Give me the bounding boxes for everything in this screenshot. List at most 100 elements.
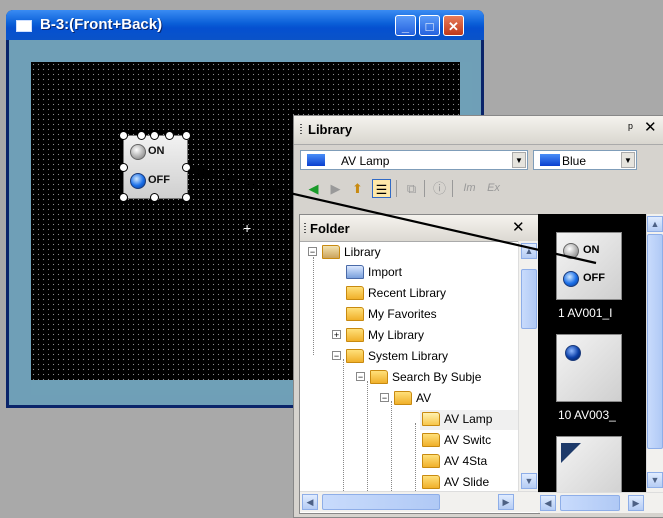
grip-icon[interactable] — [300, 124, 302, 136]
maximize-button[interactable]: □ — [419, 15, 440, 36]
folder-horizontal-scrollbar[interactable]: ◀ ▶ — [300, 491, 538, 512]
library-header[interactable]: Library ᵖ ✕ — [294, 116, 663, 145]
scroll-left-icon[interactable]: ◀ — [540, 495, 556, 511]
tree-item-my-favorites[interactable]: My Favorites — [300, 305, 500, 325]
resize-handle[interactable] — [150, 131, 159, 140]
folder-vertical-scrollbar[interactable]: ▲ ▼ — [518, 241, 539, 491]
chevron-down-icon[interactable]: ▼ — [621, 152, 635, 168]
back-icon[interactable]: ◀ — [304, 179, 323, 198]
resize-handle[interactable] — [119, 131, 128, 140]
rotate-handle[interactable] — [165, 131, 174, 140]
tree-item-label: Search By Subje — [392, 370, 482, 384]
scroll-up-icon[interactable]: ▲ — [521, 243, 537, 259]
resize-handle[interactable] — [182, 193, 191, 202]
tree-item-av-4state[interactable]: AV 4Sta — [420, 452, 518, 472]
toolbar-separator — [396, 180, 397, 197]
lamp-on-icon — [130, 173, 146, 189]
folder-title: Folder — [310, 221, 350, 236]
color-select[interactable]: Blue ▼ — [533, 150, 637, 170]
window-titlebar[interactable]: B-3:(Front+Back) _ □ ✕ — [6, 10, 484, 40]
resize-handle[interactable] — [119, 163, 128, 172]
resize-handle[interactable] — [119, 193, 128, 202]
expand-icon[interactable]: + — [332, 330, 341, 340]
scroll-up-icon[interactable]: ▲ — [647, 216, 663, 232]
tree-item-import[interactable]: Import — [300, 263, 500, 283]
collapse-icon[interactable]: − — [308, 247, 317, 257]
scroll-thumb[interactable] — [560, 495, 620, 511]
selected-lamp-widget[interactable]: ON OFF — [123, 135, 188, 199]
folder-icon — [422, 475, 440, 489]
tree-item-system-library[interactable]: − System Library — [300, 347, 500, 367]
folder-tree-icon[interactable]: ☰ — [372, 179, 391, 198]
chevron-down-icon[interactable]: ▼ — [512, 152, 526, 168]
tree-line — [415, 423, 416, 491]
preview-horizontal-scrollbar[interactable]: ◀ ▶ — [538, 492, 663, 513]
scroll-thumb[interactable] — [521, 269, 537, 329]
preview-tile-av003[interactable] — [556, 334, 622, 402]
window-title: B-3:(Front+Back) — [40, 16, 163, 33]
scroll-thumb[interactable] — [647, 234, 663, 449]
tile-on-label: ON — [583, 244, 600, 256]
tree-item-av-switch[interactable]: AV Switc — [420, 431, 518, 451]
tree-item-label: AV Switc — [444, 433, 492, 447]
close-button[interactable]: ✕ — [443, 15, 464, 36]
folder-icon — [370, 370, 388, 384]
pin-icon[interactable]: ᵖ — [628, 120, 633, 135]
up-folder-icon[interactable]: ⬆ — [348, 179, 367, 198]
scroll-down-icon[interactable]: ▼ — [521, 473, 537, 489]
lamp-off-icon — [130, 144, 146, 160]
minimize-button[interactable]: _ — [395, 15, 416, 36]
widget-off-label: OFF — [148, 174, 170, 186]
tree-item-av-lamp[interactable]: AV Lamp — [420, 410, 518, 430]
scroll-right-icon[interactable]: ▶ — [628, 495, 644, 511]
collapse-icon[interactable]: − — [332, 351, 341, 361]
tree-item-label: My Favorites — [368, 307, 437, 321]
widget-on-label: ON — [148, 145, 165, 157]
folder-header: Folder ✕ — [300, 215, 539, 242]
tree-item-my-library[interactable]: + My Library — [300, 326, 500, 346]
folder-close-button[interactable]: ✕ — [512, 218, 525, 236]
library-toolbar: ◀ ▶ ⬆ ☰ ⧉ ⓘ Im Ex — [300, 177, 565, 201]
collapse-icon[interactable]: − — [356, 372, 365, 382]
folder-icon — [346, 328, 364, 342]
tree-item-label: AV 4Sta — [444, 454, 488, 468]
resize-handle[interactable] — [150, 193, 159, 202]
tree-item-av[interactable]: − AV — [300, 389, 510, 409]
scroll-left-icon[interactable]: ◀ — [302, 494, 318, 510]
import-icon[interactable]: Im — [460, 179, 479, 198]
category-select-value: AV Lamp — [341, 154, 390, 168]
grip-icon[interactable] — [304, 223, 306, 235]
tree-item-label: AV — [416, 391, 432, 405]
preview-vertical-scrollbar[interactable]: ▲ ▼ — [646, 214, 663, 492]
toolbar-separator — [424, 180, 425, 197]
tree-item-label: Import — [368, 265, 403, 279]
copy-icon[interactable]: ⧉ — [402, 179, 421, 198]
scroll-down-icon[interactable]: ▼ — [647, 472, 663, 488]
tree-item-search-by-subject[interactable]: − Search By Subje — [300, 368, 510, 388]
folder-pane: Folder ✕ − Library Import Recent Library — [299, 214, 540, 514]
scroll-right-icon[interactable]: ▶ — [498, 494, 514, 510]
info-icon[interactable]: ⓘ — [430, 179, 449, 198]
tree-item-label: My Library — [368, 328, 425, 342]
tree-item-label: AV Slide — [444, 475, 490, 489]
tree-item-av-slider[interactable]: AV Slide — [420, 473, 518, 491]
window-app-icon — [16, 20, 32, 32]
resize-handle[interactable] — [182, 131, 191, 140]
forward-icon[interactable]: ▶ — [326, 179, 345, 198]
preview-tile-next[interactable] — [556, 436, 622, 492]
category-select[interactable]: AV Lamp ▼ — [300, 150, 528, 170]
resize-handle[interactable] — [182, 163, 191, 172]
tree-item-label: System Library — [368, 349, 449, 363]
collapse-icon[interactable]: − — [380, 393, 389, 403]
rotate-handle[interactable] — [137, 131, 146, 140]
scroll-thumb[interactable] — [322, 494, 440, 510]
tree-item-library[interactable]: − Library — [300, 243, 500, 263]
tree-item-recent-library[interactable]: Recent Library — [300, 284, 500, 304]
library-close-button[interactable]: ✕ — [644, 118, 657, 136]
preview-caption: 10 AV003_ — [558, 408, 616, 422]
color-swatch-icon — [540, 154, 560, 166]
import-icon — [346, 265, 364, 279]
export-icon[interactable]: Ex — [484, 179, 503, 198]
color-select-value: Blue — [562, 154, 587, 168]
preview-tile-av001[interactable]: ON OFF — [556, 232, 622, 300]
